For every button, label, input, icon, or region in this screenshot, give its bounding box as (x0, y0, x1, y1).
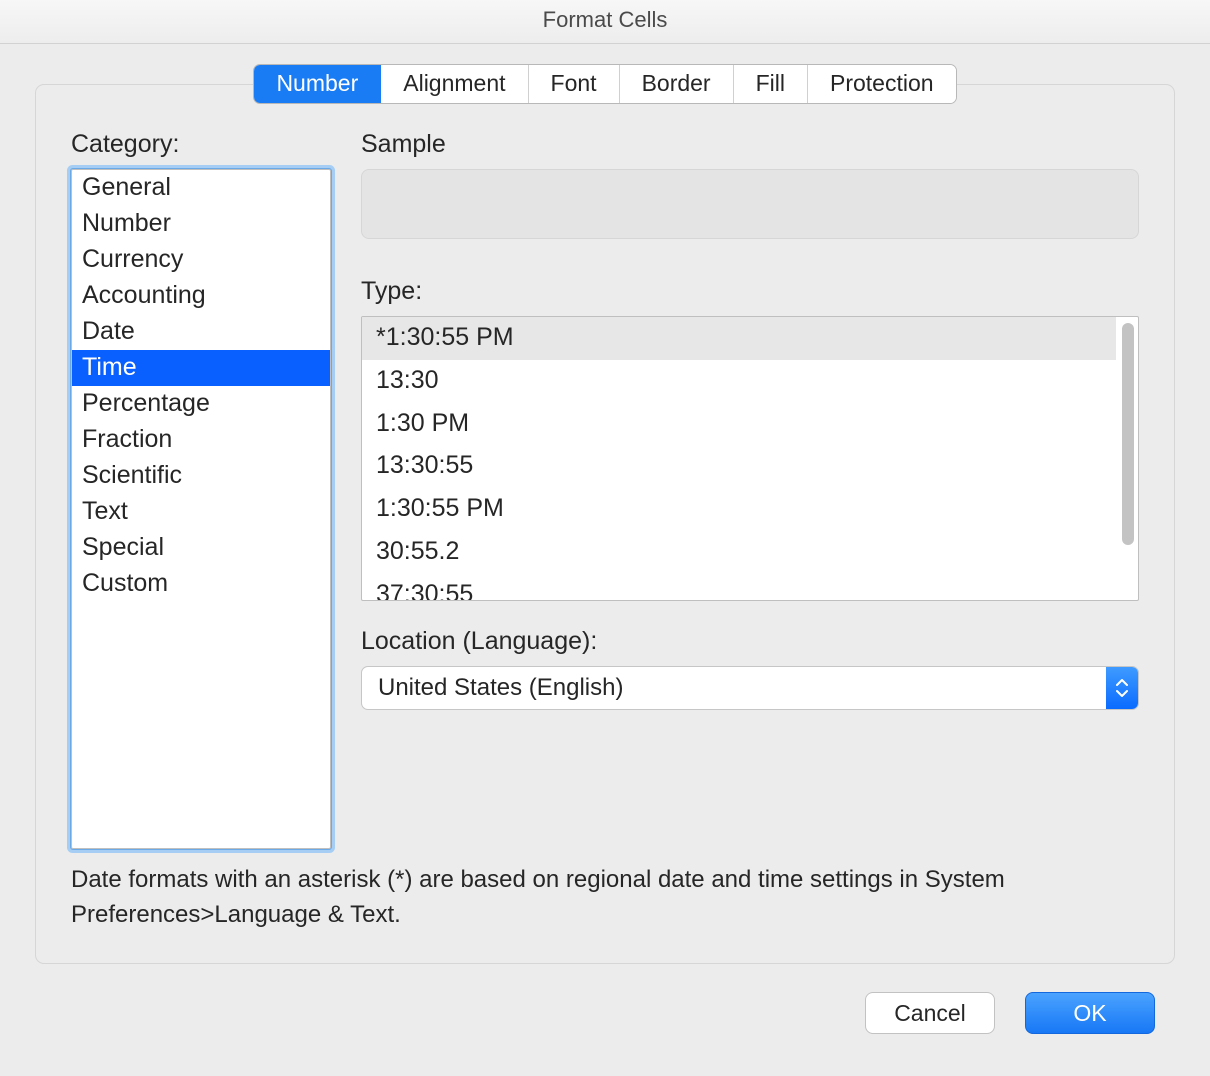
cancel-button[interactable]: Cancel (865, 992, 995, 1034)
category-item-text[interactable]: Text (72, 494, 330, 530)
location-select[interactable]: United States (English) (361, 666, 1139, 710)
tab-alignment[interactable]: Alignment (381, 65, 528, 103)
footnote-text: Date formats with an asterisk (*) are ba… (71, 863, 1139, 933)
tab-fill[interactable]: Fill (734, 65, 808, 103)
type-item[interactable]: *1:30:55 PM (362, 317, 1116, 360)
category-item-accounting[interactable]: Accounting (72, 278, 330, 314)
dropdown-stepper-icon[interactable] (1106, 667, 1138, 709)
ok-button[interactable]: OK (1025, 992, 1155, 1034)
type-item[interactable]: 1:30 PM (362, 403, 1116, 446)
type-item[interactable]: 30:55.2 (362, 531, 1116, 574)
category-item-scientific[interactable]: Scientific (72, 458, 330, 494)
tab-border[interactable]: Border (620, 65, 734, 103)
location-select-value[interactable]: United States (English) (361, 666, 1139, 710)
type-item[interactable]: 37:30:55 (362, 574, 1116, 601)
format-panel: Category: GeneralNumberCurrencyAccountin… (35, 84, 1175, 964)
category-item-general[interactable]: General (72, 170, 330, 206)
tab-number[interactable]: Number (254, 65, 381, 103)
tabstrip: NumberAlignmentFontBorderFillProtection (0, 44, 1210, 104)
type-item[interactable]: 13:30 (362, 360, 1116, 403)
category-item-custom[interactable]: Custom (72, 566, 330, 602)
button-bar: Cancel OK (0, 964, 1210, 1034)
tab-protection[interactable]: Protection (808, 65, 956, 103)
category-list[interactable]: GeneralNumberCurrencyAccountingDateTimeP… (71, 169, 331, 849)
category-item-currency[interactable]: Currency (72, 242, 330, 278)
tab-font[interactable]: Font (529, 65, 620, 103)
category-item-special[interactable]: Special (72, 530, 330, 566)
sample-box (361, 169, 1139, 239)
window-title: Format Cells (0, 0, 1210, 44)
type-label: Type: (361, 277, 1139, 306)
category-item-fraction[interactable]: Fraction (72, 422, 330, 458)
scrollbar[interactable] (1122, 323, 1134, 594)
category-item-time[interactable]: Time (72, 350, 330, 386)
category-item-date[interactable]: Date (72, 314, 330, 350)
location-label: Location (Language): (361, 627, 1139, 656)
type-item[interactable]: 13:30:55 (362, 445, 1116, 488)
category-item-percentage[interactable]: Percentage (72, 386, 330, 422)
sample-label: Sample (361, 130, 1139, 159)
category-label: Category: (71, 130, 331, 159)
category-item-number[interactable]: Number (72, 206, 330, 242)
scrollbar-thumb[interactable] (1122, 323, 1134, 545)
type-list[interactable]: *1:30:55 PM13:301:30 PM13:30:551:30:55 P… (361, 316, 1139, 601)
type-item[interactable]: 1:30:55 PM (362, 488, 1116, 531)
